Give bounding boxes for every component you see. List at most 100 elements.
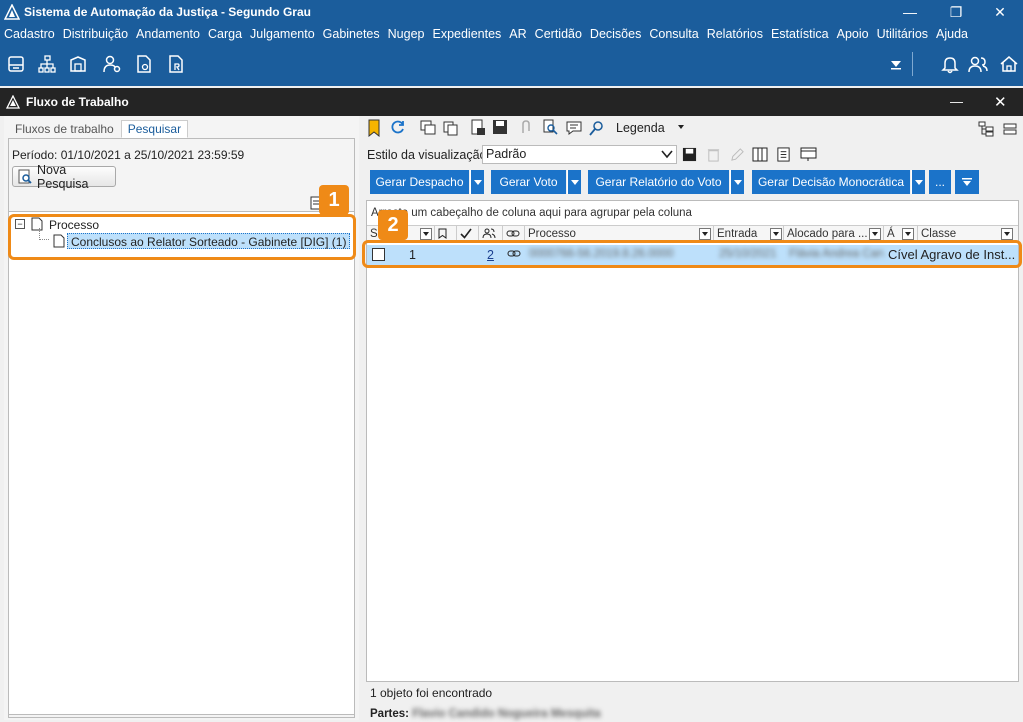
tree-view-icon[interactable] (978, 121, 994, 137)
tab-pesquisar[interactable]: Pesquisar (120, 120, 189, 138)
toolbar-separator (912, 52, 913, 76)
bookmark-flag-icon[interactable] (366, 119, 382, 137)
comment-icon[interactable] (566, 120, 582, 136)
bell-icon[interactable] (938, 52, 962, 76)
menu-apoio[interactable]: Apoio (837, 27, 869, 41)
col-processo-filter[interactable] (699, 228, 711, 240)
generate-vote-button[interactable]: Gerar Voto (491, 170, 566, 194)
save-document-icon[interactable] (492, 119, 508, 135)
users-icon[interactable] (966, 52, 990, 76)
menu-nugep[interactable]: Nugep (388, 27, 425, 41)
refresh-icon[interactable] (390, 119, 406, 135)
tab-fluxos[interactable]: Fluxos de trabalho (8, 120, 121, 138)
legend-label[interactable]: Legenda (616, 121, 665, 135)
view-style-value: Padrão (486, 147, 527, 161)
minimize-button[interactable]: — (887, 0, 933, 24)
status-text: 1 objeto foi encontrado (370, 686, 493, 700)
find-user-icon[interactable] (589, 120, 605, 136)
close-button[interactable]: ✕ (977, 0, 1023, 24)
edit-disabled-icon[interactable] (730, 147, 745, 162)
people-icon (482, 228, 496, 239)
menu-distribuicao[interactable]: Distribuição (63, 27, 128, 41)
save-icon[interactable] (682, 147, 697, 162)
menu-gabinetes[interactable]: Gabinetes (323, 27, 380, 41)
export-icon[interactable] (800, 147, 817, 162)
user-settings-icon[interactable] (100, 52, 124, 76)
parties-value: Flavio Candido Nogueira Mesquita (412, 708, 601, 720)
generate-monocratic-decision-dropdown[interactable] (911, 170, 925, 194)
generate-vote-report-button[interactable]: Gerar Relatório do Voto (588, 170, 729, 194)
duplicate-icon[interactable] (442, 120, 458, 136)
callout-badge-1: 1 (319, 185, 349, 215)
menu-certidao[interactable]: Certidão (535, 27, 582, 41)
generate-monocratic-decision-button[interactable]: Gerar Decisão Monocrática (752, 170, 910, 194)
report-icon[interactable] (776, 147, 791, 162)
document-r-icon[interactable] (164, 52, 188, 76)
check-icon (460, 228, 472, 239)
generate-vote-report-dropdown[interactable] (730, 170, 744, 194)
menu-julgamento[interactable]: Julgamento (250, 27, 315, 41)
callout-badge-2: 2 (378, 210, 408, 240)
col-classe-filter[interactable] (1001, 228, 1013, 240)
menu-bar: Cadastro Distribuição Andamento Carga Ju… (0, 24, 1023, 44)
legend-dropdown-arrow[interactable] (678, 125, 684, 129)
menu-relatorios[interactable]: Relatórios (707, 27, 763, 41)
parties-line: Partes: Flavio Candido Nogueira Mesquita (370, 708, 601, 720)
callout-highlight-2 (362, 240, 1022, 268)
list-view-icon[interactable] (1002, 121, 1018, 137)
collapse-toolbar-button[interactable] (955, 170, 979, 194)
home-icon[interactable] (997, 52, 1021, 76)
view-style-select[interactable]: Padrão (482, 145, 677, 164)
menu-consulta[interactable]: Consulta (649, 27, 698, 41)
lock-document-icon[interactable] (470, 119, 486, 137)
menu-utilitarios[interactable]: Utilitários (877, 27, 928, 41)
process-grid: Arraste um cabeçalho de coluna aqui para… (366, 200, 1019, 682)
generate-dispatch-button[interactable]: Gerar Despacho (370, 170, 469, 194)
col-alocado-filter[interactable] (869, 228, 881, 240)
generate-dispatch-dropdown[interactable] (470, 170, 484, 194)
col-a-filter[interactable] (902, 228, 914, 240)
parties-label: Partes: (370, 708, 409, 720)
module-minimize-button[interactable]: — (950, 94, 963, 109)
module-close-button[interactable]: ✕ (994, 93, 1007, 111)
group-by-hint: Arraste um cabeçalho de coluna aqui para… (371, 207, 692, 219)
col-entrada-filter[interactable] (770, 228, 782, 240)
copy-window-icon[interactable] (420, 120, 436, 136)
chevron-down-icon (570, 179, 579, 185)
view-style-label: Estilo da visualização (367, 148, 487, 162)
menu-andamento[interactable]: Andamento (136, 27, 200, 41)
menu-cadastro[interactable]: Cadastro (4, 27, 55, 41)
new-search-button[interactable]: Nova Pesquisa (12, 163, 116, 191)
menu-expedientes[interactable]: Expedientes (432, 27, 501, 41)
menu-estatistica[interactable]: Estatística (771, 27, 829, 41)
printer-icon[interactable] (4, 52, 28, 76)
delete-disabled-icon[interactable] (706, 147, 721, 162)
search-document-icon[interactable] (542, 119, 558, 135)
menu-decisoes[interactable]: Decisões (590, 27, 641, 41)
generate-vote-dropdown[interactable] (567, 170, 581, 194)
org-chart-icon[interactable] (35, 52, 59, 76)
menu-carga[interactable]: Carga (208, 27, 242, 41)
link-icon (506, 230, 520, 237)
chevron-down-icon (661, 150, 673, 159)
columns-icon[interactable] (752, 147, 768, 162)
building-icon[interactable] (66, 52, 90, 76)
callout-highlight-1 (8, 214, 356, 260)
app-logo-icon (4, 4, 20, 20)
chevron-down-icon (473, 179, 482, 185)
module-header: Fluxo de Trabalho — ✕ (0, 88, 1023, 116)
document-o-icon[interactable] (132, 52, 156, 76)
restore-button[interactable]: ❐ (933, 0, 979, 24)
dropdown-arrow-icon[interactable] (884, 52, 908, 76)
search-document-icon (17, 169, 33, 185)
menu-ajuda[interactable]: Ajuda (936, 27, 968, 41)
module-title: Fluxo de Trabalho (26, 95, 129, 109)
chevron-down-icon (914, 179, 923, 185)
left-tabs: Fluxos de trabalho Pesquisar (8, 120, 189, 138)
menu-ar[interactable]: AR (509, 27, 526, 41)
more-actions-button[interactable]: ... (929, 170, 951, 194)
bookmark-icon (438, 228, 447, 239)
period-text: Período: 01/10/2021 a 25/10/2021 23:59:5… (12, 148, 245, 162)
attach-disabled-icon[interactable] (518, 119, 534, 135)
new-search-label: Nova Pesquisa (37, 162, 89, 191)
